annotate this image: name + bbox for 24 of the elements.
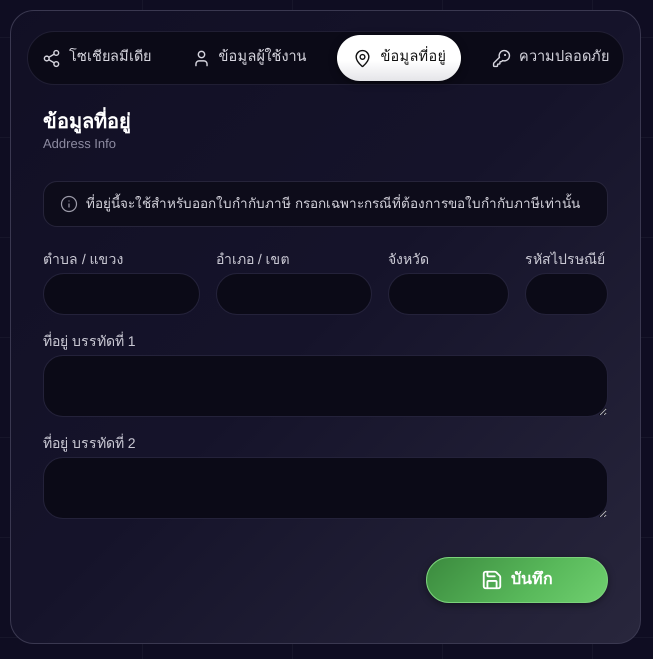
input-field[interactable] (525, 273, 608, 315)
address-textarea[interactable] (43, 355, 608, 417)
tab[interactable]: ข้อมูลผู้ใช้งาน (182, 35, 317, 81)
address-textarea[interactable] (43, 457, 608, 519)
tab[interactable]: โซเชียลมีเดีย (32, 35, 161, 81)
section-subtitle: Address Info (43, 135, 117, 153)
info-icon (60, 195, 78, 213)
tab[interactable]: ข้อมูลที่อยู่ (337, 35, 462, 81)
input-field[interactable] (43, 273, 200, 315)
field-label: อำเภอ / เขต (216, 250, 291, 269)
input-field[interactable] (216, 273, 372, 315)
section-title: ข้อมูลที่อยู่ (43, 109, 608, 135)
field-label: รหัสไปรษณีย์ (525, 250, 606, 269)
map-pin-icon (353, 48, 372, 68)
input-field[interactable] (388, 273, 509, 315)
field-label: ที่อยู่ บรรทัดที่ 1 (43, 331, 137, 351)
field-label: ตำบล / แขวง (43, 250, 125, 269)
field-label: จังหวัด (388, 250, 430, 269)
save-icon (481, 569, 503, 591)
share-icon (42, 48, 61, 68)
tab[interactable]: ความปลอดภัย (482, 35, 619, 81)
field-label: ที่อยู่ บรรทัดที่ 2 (43, 433, 137, 453)
notice-text: ที่อยู่นี้จะใช้สำหรับออกใบกำกับภาษี กรอกเฉพาะกรณีที่ต้องการขอใบกำกับภาษีเท่านั้น (86, 194, 580, 214)
key-icon (492, 48, 511, 68)
